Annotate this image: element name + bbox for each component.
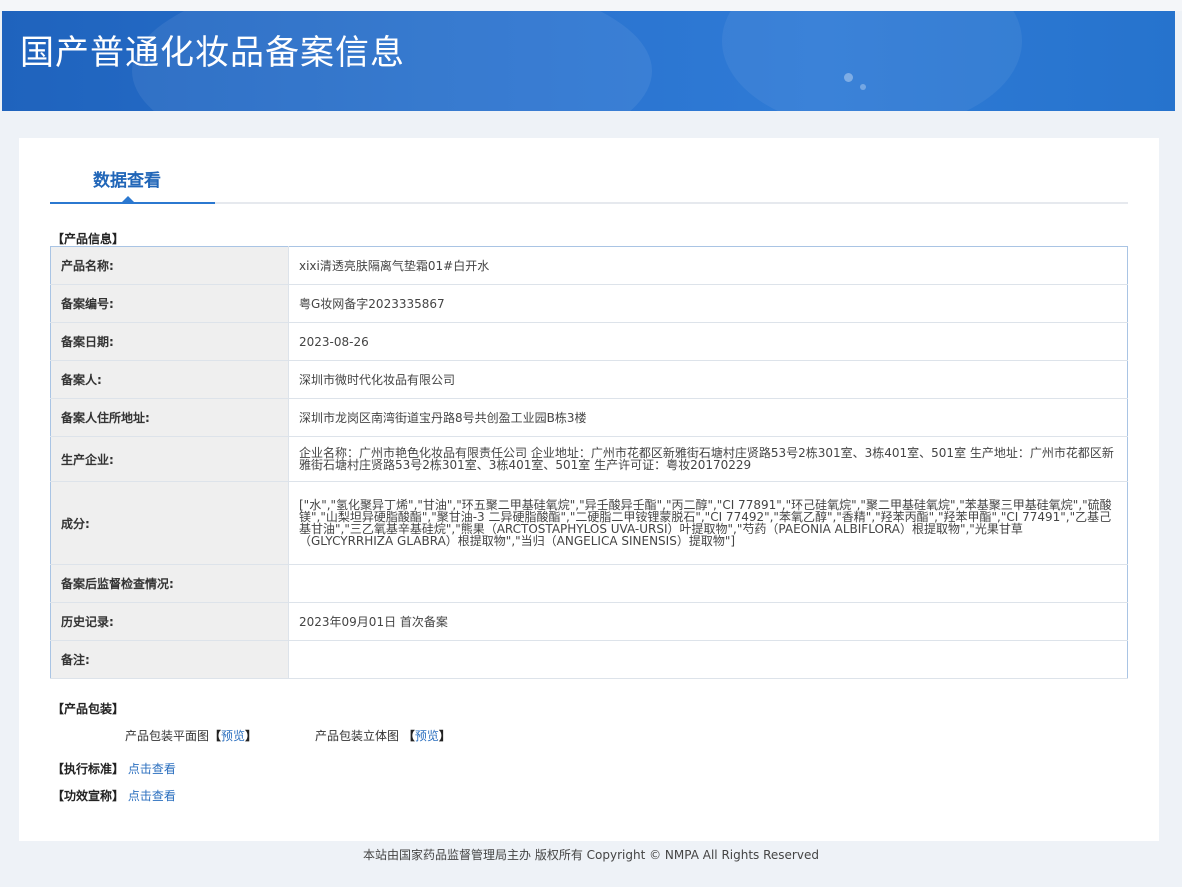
- header-banner: 国产普通化妆品备案信息: [2, 11, 1175, 111]
- row-label: 产品名称:: [50, 246, 289, 285]
- preview-solid-link[interactable]: 预览: [415, 729, 439, 743]
- standard-view-link[interactable]: 点击查看: [128, 762, 176, 776]
- row-value: 2023-08-26: [288, 322, 1128, 361]
- row-value: 深圳市龙岗区南湾街道宝丹路8号共创盈工业园B栋3楼: [288, 398, 1128, 437]
- product-info-table: 产品名称: xixi清透亮肤隔离气垫霜01#白开水 备案编号: 粤G妆网备字20…: [50, 246, 1128, 679]
- packaging-flat-label: 产品包装平面图: [125, 729, 210, 743]
- efficacy-row: 【功效宣称】 点击查看: [52, 787, 176, 804]
- banner-decoration: [722, 11, 1022, 111]
- row-value: ["水","氢化聚异丁烯","甘油","环五聚二甲基硅氧烷","异壬酸异壬酯",…: [288, 481, 1128, 565]
- tab-data-view[interactable]: 数据查看: [50, 162, 215, 204]
- row-label: 备案人住所地址:: [50, 398, 289, 437]
- table-row: 备案日期: 2023-08-26: [50, 322, 1128, 361]
- section-title-product-info: 【产品信息】: [52, 232, 125, 246]
- table-row: 备案人住所地址: 深圳市龙岗区南湾街道宝丹路8号共创盈工业园B栋3楼: [50, 398, 1128, 437]
- row-value: [288, 564, 1128, 603]
- bracket-close: 】: [245, 729, 258, 743]
- banner-dot: [844, 73, 853, 82]
- content-panel: 数据查看 【产品信息】 产品名称: xixi清透亮肤隔离气垫霜01#白开水 备案…: [19, 138, 1159, 841]
- tab-label: 数据查看: [93, 171, 161, 191]
- table-row: 成分: ["水","氢化聚异丁烯","甘油","环五聚二甲基硅氧烷","异壬酸异…: [50, 481, 1128, 565]
- packaging-solid-row: 产品包装立体图 【预览】: [315, 727, 451, 744]
- row-label: 备案后监督检查情况:: [50, 564, 289, 603]
- banner-dot: [860, 84, 866, 90]
- row-value: xixi清透亮肤隔离气垫霜01#白开水: [288, 246, 1128, 285]
- tab-caret-icon: [122, 196, 134, 202]
- efficacy-view-link[interactable]: 点击查看: [128, 789, 176, 803]
- row-value: 企业名称：广州市艳色化妆品有限责任公司 企业地址：广州市花都区新雅街石塘村庄贤路…: [288, 436, 1128, 482]
- row-label: 生产企业:: [50, 436, 289, 482]
- row-value: 深圳市微时代化妆品有限公司: [288, 360, 1128, 399]
- row-label: 成分:: [50, 481, 289, 565]
- table-row: 生产企业: 企业名称：广州市艳色化妆品有限责任公司 企业地址：广州市花都区新雅街…: [50, 436, 1128, 482]
- row-label: 备案日期:: [50, 322, 289, 361]
- table-row: 备案后监督检查情况:: [50, 564, 1128, 603]
- table-row: 产品名称: xixi清透亮肤隔离气垫霜01#白开水: [50, 246, 1128, 285]
- packaging-solid-label: 产品包装立体图: [315, 729, 400, 743]
- bracket-close: 】: [438, 729, 451, 743]
- standard-label: 【执行标准】: [52, 762, 125, 776]
- table-row: 历史记录: 2023年09月01日 首次备案: [50, 602, 1128, 641]
- bracket-open: 【: [209, 729, 222, 743]
- row-label: 历史记录:: [50, 602, 289, 641]
- row-value: 2023年09月01日 首次备案: [288, 602, 1128, 641]
- row-value: [288, 640, 1128, 679]
- page-title: 国产普通化妆品备案信息: [20, 33, 405, 73]
- bracket-open: 【: [402, 729, 415, 743]
- row-label: 备案人:: [50, 360, 289, 399]
- section-title-packaging: 【产品包装】: [52, 702, 125, 716]
- top-strip: [0, 0, 1182, 11]
- table-row: 备注:: [50, 640, 1128, 679]
- footer-copyright: 本站由国家药品监督管理局主办 版权所有 Copyright © NMPA All…: [363, 848, 819, 862]
- row-label: 备注:: [50, 640, 289, 679]
- row-label: 备案编号:: [50, 284, 289, 323]
- table-row: 备案编号: 粤G妆网备字2023335867: [50, 284, 1128, 323]
- packaging-flat-row: 产品包装平面图【预览】: [125, 727, 257, 744]
- table-row: 备案人: 深圳市微时代化妆品有限公司: [50, 360, 1128, 399]
- preview-flat-link[interactable]: 预览: [221, 729, 245, 743]
- efficacy-label: 【功效宣称】: [52, 789, 125, 803]
- standard-row: 【执行标准】 点击查看: [52, 760, 176, 777]
- row-value: 粤G妆网备字2023335867: [288, 284, 1128, 323]
